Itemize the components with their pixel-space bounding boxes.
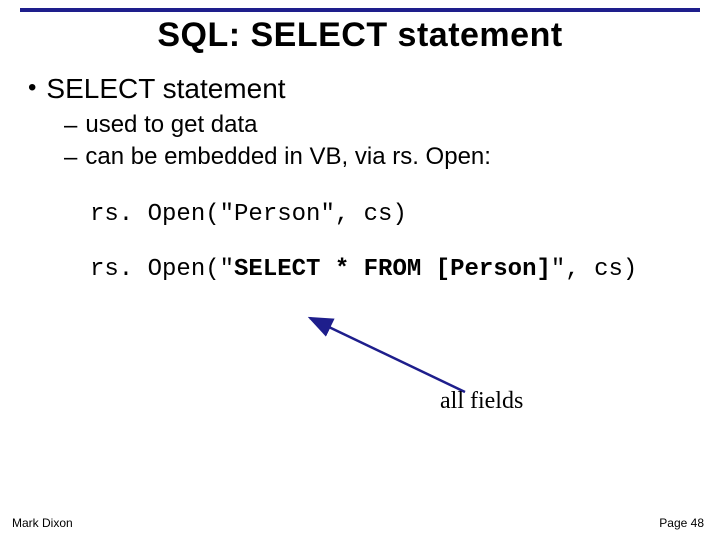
code-line-2: rs. Open("SELECT * FROM [Person]", cs)	[90, 256, 700, 283]
bullet-dash-icon: –	[64, 143, 77, 173]
bullet-level2-text: used to get data	[85, 111, 257, 139]
bullet-level1: • SELECT statement	[28, 73, 700, 105]
footer-page: Page 48	[659, 516, 704, 530]
code-prefix: rs. Open("	[90, 256, 234, 283]
bullet-level2: – can be embedded in VB, via rs. Open:	[64, 143, 700, 173]
slide: SQL: SELECT statement • SELECT statement…	[0, 0, 720, 540]
bullet-level1-text: SELECT statement	[46, 73, 285, 105]
footer-author: Mark Dixon	[12, 516, 73, 530]
bullet-dash-icon: –	[64, 111, 77, 141]
code-suffix: ", cs)	[551, 256, 637, 283]
title-rule	[20, 8, 700, 12]
bullet-level2: – used to get data	[64, 111, 700, 141]
code-bold-sql: SELECT * FROM [Person]	[234, 256, 551, 283]
bullet-level2-text: can be embedded in VB, via rs. Open:	[85, 143, 491, 171]
annotation-all-fields: all fields	[440, 388, 523, 415]
slide-title: SQL: SELECT statement	[20, 16, 700, 55]
code-line-1: rs. Open("Person", cs)	[90, 201, 700, 228]
bullet-dot-icon: •	[28, 73, 36, 103]
